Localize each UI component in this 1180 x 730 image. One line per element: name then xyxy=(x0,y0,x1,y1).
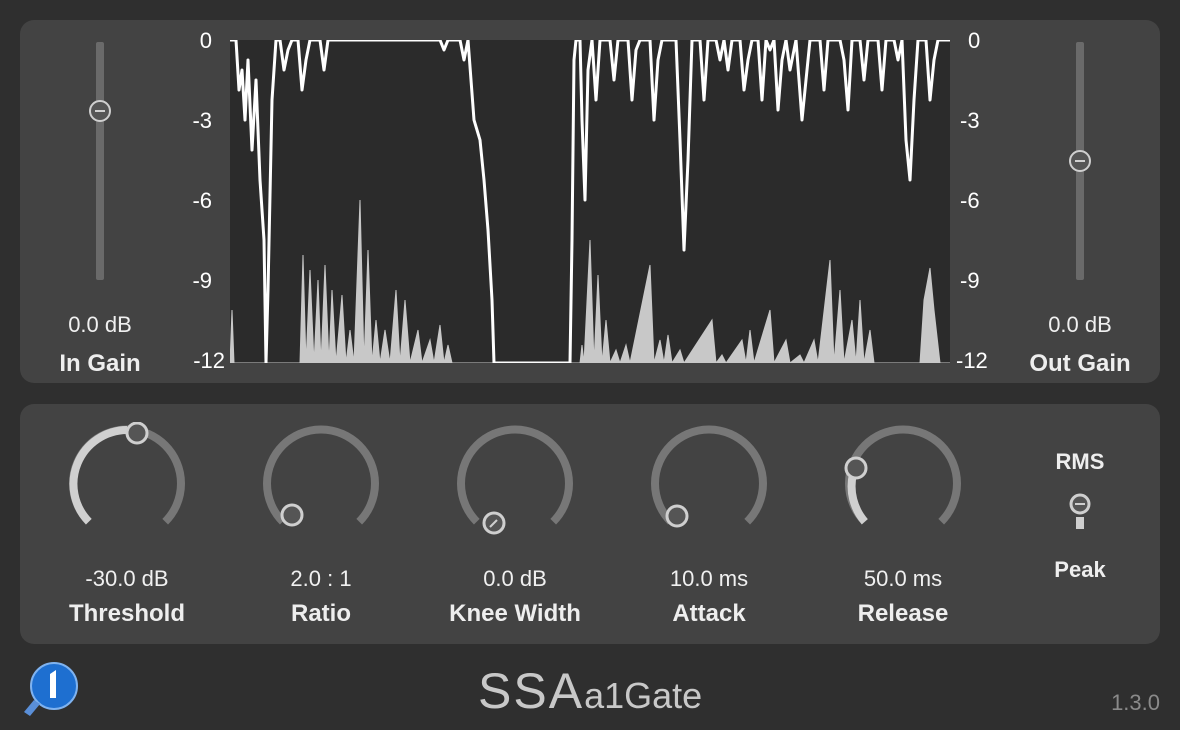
plugin-logo: SSAa1Gate xyxy=(478,662,702,720)
meter-scale-left-0: 0 xyxy=(199,28,212,53)
meter-scale-right-9: -9 xyxy=(960,268,980,293)
ratio-knob-group: 2.0 : 1 Ratio xyxy=(246,422,396,628)
meter-scale-right-12: -12 xyxy=(956,348,988,373)
logo-main: SSA xyxy=(478,663,585,719)
a1-logo-icon[interactable] xyxy=(20,660,82,727)
meter-scale-right-0: 0 xyxy=(968,28,981,53)
meter-scale-right-3: -3 xyxy=(960,108,980,133)
in-gain-slider[interactable] xyxy=(70,42,130,280)
threshold-label: Threshold xyxy=(68,600,185,627)
version-label: 1.3.0 xyxy=(1111,690,1160,715)
in-gain-value: 0.0 dB xyxy=(68,312,132,337)
release-label: Release xyxy=(857,600,949,627)
attack-label: Attack xyxy=(672,600,746,627)
meter-scale-left-6: -6 xyxy=(192,188,212,213)
out-gain-slider-thumb[interactable] xyxy=(1069,150,1091,172)
attack-knob[interactable] xyxy=(644,422,774,542)
out-gain-label: Out Gain xyxy=(1029,350,1131,377)
meter-panel: 0.0 dB In Gain 0 -3 -6 -9 -12 0 -3 -6 -9… xyxy=(20,20,1160,383)
out-gain-slider[interactable] xyxy=(1050,42,1110,280)
meter-scale-right-6: -6 xyxy=(960,188,980,213)
ratio-value: 2.0 : 1 xyxy=(290,566,352,591)
threshold-knob-group: -30.0 dB Threshold xyxy=(52,422,202,628)
detection-mode-switch[interactable]: RMS Peak xyxy=(1030,449,1130,583)
knee-width-value: 0.0 dB xyxy=(483,566,547,591)
rms-label: RMS xyxy=(1055,449,1105,474)
ratio-label: Ratio xyxy=(291,600,351,627)
in-gain-label: In Gain xyxy=(59,350,141,377)
in-gain-slider-thumb[interactable] xyxy=(89,100,111,122)
attack-value: 10.0 ms xyxy=(669,566,749,591)
knee-width-label: Knee Width xyxy=(449,600,581,627)
meter-scale-left-3: -3 xyxy=(192,108,212,133)
out-gain-value: 0.0 dB xyxy=(1048,312,1112,337)
input-level-trace xyxy=(229,199,950,365)
meter-scale-left-9: -9 xyxy=(192,268,212,293)
meter-graph xyxy=(229,38,950,365)
peak-label: Peak xyxy=(1054,557,1106,582)
release-value: 50.0 ms xyxy=(863,566,943,591)
ratio-knob[interactable] xyxy=(256,422,386,542)
in-gain-slider-track[interactable] xyxy=(96,42,104,280)
threshold-value: -30.0 dB xyxy=(85,566,169,591)
gain-reduction-meter xyxy=(229,38,950,365)
attack-knob-group: 10.0 ms Attack xyxy=(634,422,784,628)
logo-sub: a1Gate xyxy=(584,675,703,716)
controls-panel: -30.0 dB Threshold 2.0 : 1 Ratio 0.0 dB … xyxy=(20,404,1160,644)
release-knob-group: 50.0 ms Release xyxy=(828,422,978,628)
detection-toggle[interactable] xyxy=(1065,489,1095,539)
knee-width-knob[interactable] xyxy=(450,422,580,542)
threshold-knob[interactable] xyxy=(62,422,192,542)
meter-scale-left-12: -12 xyxy=(193,348,225,373)
release-knob[interactable] xyxy=(838,422,968,542)
knee-width-knob-group: 0.0 dB Knee Width xyxy=(440,422,590,628)
